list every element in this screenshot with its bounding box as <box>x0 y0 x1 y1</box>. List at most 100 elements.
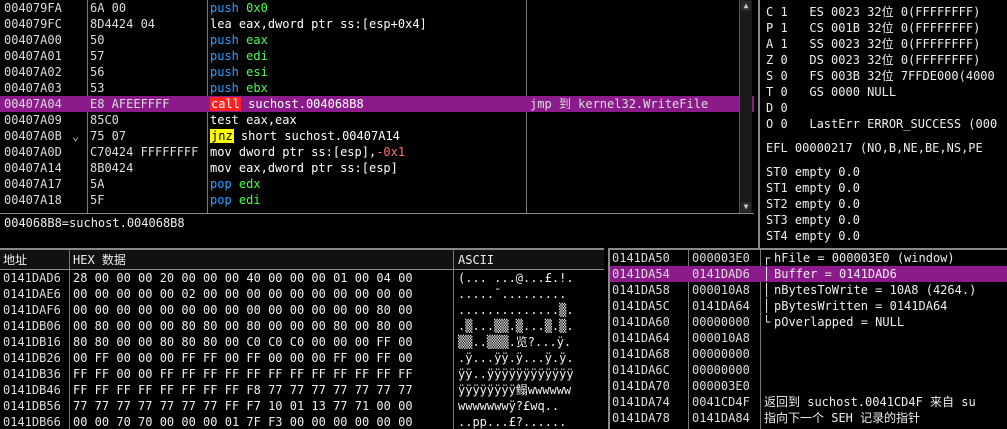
stack-row[interactable]: 0141DA74 0041CD4F 返回到 suchost.0041CD4F 来自 … <box>610 394 1007 410</box>
dump-row[interactable]: 0141DAD6 28 00 00 00 20 00 00 00 40 00 00… <box>0 270 604 286</box>
mnemonic: lea <box>210 17 232 31</box>
instruction-text: pop edx <box>210 176 526 192</box>
dump-row[interactable]: 0141DB16 80 80 00 00 80 80 80 00 C0 C0 C0… <box>0 334 604 350</box>
fpu-list: ST0 empty 0.0 ST1 empty 0.0 ST2 empty 0.0 S… <box>760 164 1007 244</box>
disasm-row[interactable]: 00407A0D C70424 FFFFFFFF mov dword ptr ss:… <box>0 144 754 160</box>
scroll-down-icon[interactable]: ▼ <box>741 202 751 212</box>
disasm-row[interactable]: 00407A02 56 push esi <box>0 64 754 80</box>
header-ascii[interactable]: ASCII <box>458 250 494 270</box>
dump-ascii: (... ...@...£.!. <box>458 271 574 285</box>
fpu-register-line[interactable]: ST4 empty 0.0 <box>760 228 1007 244</box>
dump-row[interactable]: 0141DB56 77 77 77 77 77 77 77 FF F7 10 01… <box>0 398 604 414</box>
instruction-address: 00407A0B <box>4 129 62 143</box>
dump-row[interactable]: 0141DB46 FF FF FF FF FF FF FF FF F8 77 77… <box>0 382 604 398</box>
stack-comment: Buffer = 0141DAD6 <box>774 267 897 281</box>
instruction-address: 00407A00 <box>4 33 62 47</box>
dump-ascii: .▒...▒▒.▒...▒.▒. <box>458 319 574 333</box>
stack-comment: nBytesToWrite = 10A8 (4264.) <box>774 283 977 297</box>
dump-ascii: .....¯......... <box>458 287 567 301</box>
dump-row[interactable]: 0141DB36 FF FF 00 00 FF FF FF FF FF FF FF… <box>0 366 604 382</box>
hex-dump-pane[interactable]: 地址 HEX 数据 ASCII 0141DAD6 28 00 00 00 20 0… <box>0 248 604 429</box>
mnemonic: push <box>210 81 239 95</box>
operands: short suchost.00407A14 <box>240 129 400 143</box>
mnemonic: push <box>210 33 239 47</box>
disasm-row[interactable]: 00407A18 5F pop edi <box>0 192 754 208</box>
dump-row[interactable]: 0141DAE6 00 00 00 00 00 02 00 00 00 00 00… <box>0 286 604 302</box>
fpu-register-line[interactable]: ST0 empty 0.0 <box>760 164 1007 180</box>
stack-row[interactable]: 0141DA78 0141DA84 指向下一个 SEH 记录的指针 <box>610 410 1007 426</box>
instruction-address: 00407A03 <box>4 81 62 95</box>
fpu-register-line[interactable]: ST1 empty 0.0 <box>760 180 1007 196</box>
instruction-text: mov eax,dword ptr ss:[esp] <box>210 160 526 176</box>
header-address[interactable]: 地址 <box>3 250 27 270</box>
header-hex[interactable]: HEX 数据 <box>73 250 126 270</box>
disasm-row[interactable]: 00407A0B ⌄ 75 07 jnz short suchost.00407A14 <box>0 128 754 144</box>
operands: edi <box>238 193 261 207</box>
dump-hex-bytes: 28 00 00 00 20 00 00 00 40 00 00 00 01 0… <box>73 271 413 285</box>
stack-row[interactable]: 0141DA68 00000000 <box>610 346 1007 362</box>
stack-row[interactable]: 0141DA5C 0141DA64 │ pBytesWritten = 0141DA6… <box>610 298 1007 314</box>
efl-line[interactable]: EFL 00000217 (NO,B,NE,BE,NS,PE <box>760 140 1007 156</box>
stack-row[interactable]: 0141DA54 0141DAD6 │ Buffer = 0141DAD6 <box>610 266 1007 282</box>
scroll-up-icon[interactable]: ▲ <box>741 1 751 11</box>
disasm-row[interactable]: 00407A00 50 push eax <box>0 32 754 48</box>
mnemonic: call <box>210 97 241 111</box>
stack-row[interactable]: 0141DA64 000010A8 <box>610 330 1007 346</box>
dump-address: 0141DB16 <box>3 335 61 349</box>
mnemonic: mov <box>210 161 232 175</box>
disasm-row[interactable]: 00407A17 5A pop edx <box>0 176 754 192</box>
instruction-address: 00407A17 <box>4 177 62 191</box>
stack-row[interactable]: 0141DA58 000010A8 │ nBytesToWrite = 10A8 (4… <box>610 282 1007 298</box>
stack-value: 00000000 <box>692 363 750 377</box>
operands: esi <box>246 65 268 79</box>
disasm-row[interactable]: 00407A03 53 push ebx <box>0 80 754 96</box>
stack-row[interactable]: 0141DA50 000003E0 ┌ hFile = 000003E0 (windo… <box>610 250 1007 266</box>
flag-register-line[interactable]: C 1 ES 0023 32位 0(FFFFFFFF) <box>760 4 1007 20</box>
fpu-register-line[interactable]: ST3 empty 0.0 <box>760 212 1007 228</box>
dump-row[interactable]: 0141DAF6 00 00 00 00 00 00 00 00 00 00 00… <box>0 302 604 318</box>
disasm-scrollbar[interactable]: ▲ ▼ <box>739 0 752 213</box>
stack-row[interactable]: 0141DA6C 00000000 <box>610 362 1007 378</box>
instruction-address: 00407A18 <box>4 193 62 207</box>
operands: edi <box>246 49 268 63</box>
dump-row[interactable]: 0141DB66 00 00 70 70 00 00 00 01 7F F3 00… <box>0 414 604 429</box>
disasm-row[interactable]: 00407A01 57 push edi <box>0 48 754 64</box>
dump-row[interactable]: 0141DB26 00 FF 00 00 00 FF FF 00 FF 00 00… <box>0 350 604 366</box>
disasm-row[interactable]: 00407A04 E8 AFEEFFFF call suchost.004068B8… <box>0 96 754 112</box>
disasm-row[interactable]: 004079FC 8D4424 04 lea eax,dword ptr ss:[e… <box>0 16 754 32</box>
flag-register-line[interactable]: A 1 SS 0023 32位 0(FFFFFFFF) <box>760 36 1007 52</box>
disasm-row[interactable]: 00407A14 8B0424 mov eax,dword ptr ss:[esp] <box>0 160 754 176</box>
dump-hex-bytes: 00 00 00 00 00 00 00 00 00 00 00 00 00 0… <box>73 303 413 317</box>
stack-comment: 指向下一个 SEH 记录的指针 <box>764 411 921 425</box>
flag-register-line[interactable]: Z 0 DS 0023 32位 0(FFFFFFFF) <box>760 52 1007 68</box>
fpu-register-line[interactable]: ST2 empty 0.0 <box>760 196 1007 212</box>
instruction-bytes: 56 <box>90 65 105 79</box>
stack-row[interactable]: 0141DA70 000003E0 <box>610 378 1007 394</box>
disasm-row[interactable]: 00407A09 85C0 test eax,eax <box>0 112 754 128</box>
operands: edx <box>238 177 261 191</box>
flag-register-line[interactable]: D 0 <box>760 100 1007 116</box>
dump-row[interactable]: 0141DB06 00 80 00 00 00 80 80 00 80 00 00… <box>0 318 604 334</box>
stack-value: 0141DA64 <box>692 299 750 313</box>
instruction-address: 00407A02 <box>4 65 62 79</box>
disassembly-pane[interactable]: 004079FA 6A 00 push 0x0 004079FC 8D4424 04 le… <box>0 0 754 213</box>
mnemonic: test <box>210 113 239 127</box>
stack-row[interactable]: 0141DA60 00000000 └ pOverlapped = NULL <box>610 314 1007 330</box>
registers-pane[interactable]: C 1 ES 0023 32位 0(FFFFFFFF) P 1 CS 001B 3… <box>758 0 1007 248</box>
stack-arg-bracket: └ <box>763 315 771 329</box>
dump-address: 0141DAE6 <box>3 287 61 301</box>
instruction-bytes: 53 <box>90 81 105 95</box>
flag-register-line[interactable]: P 1 CS 001B 32位 0(FFFFFFFF) <box>760 20 1007 36</box>
disasm-row[interactable]: 004079FA 6A 00 push 0x0 <box>0 0 754 16</box>
flag-register-line[interactable]: O 0 LastErr ERROR_SUCCESS (000 <box>760 116 1007 132</box>
flag-register-line[interactable]: T 0 GS 0000 NULL <box>760 84 1007 100</box>
stack-address: 0141DA74 <box>612 395 670 409</box>
dump-ascii: .ÿ...ÿÿ.ÿ...ÿ.ÿ. <box>458 351 574 365</box>
jump-marker: ⌄ <box>72 129 80 143</box>
stack-pane[interactable]: 0141DA50 000003E0 ┌ hFile = 000003E0 (windo… <box>608 248 1007 429</box>
mnemonic: pop <box>210 193 232 207</box>
stack-arg-bracket: │ <box>763 267 771 281</box>
dump-address: 0141DB56 <box>3 399 61 413</box>
flag-register-line[interactable]: S 0 FS 003B 32位 7FFDE000(4000 <box>760 68 1007 84</box>
disasm-rows: 004079FA 6A 00 push 0x0 004079FC 8D4424 04 le… <box>0 0 754 208</box>
